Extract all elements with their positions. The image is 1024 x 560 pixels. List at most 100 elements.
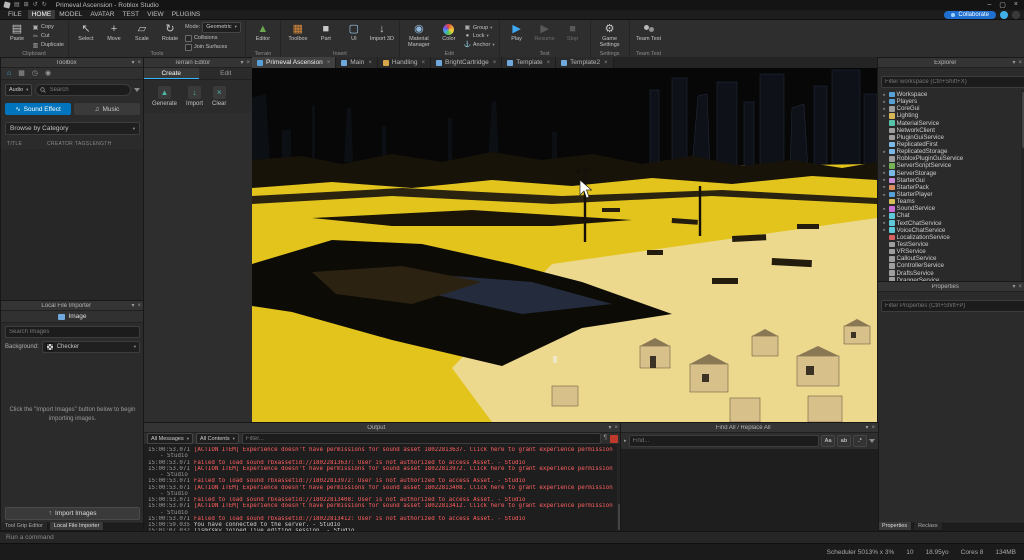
document-tab[interactable]: Primeval Ascension ×: [252, 57, 337, 68]
edit-button[interactable]: ⚓ Anchor ▾: [464, 41, 495, 49]
match-case-icon[interactable]: Aa: [821, 435, 835, 447]
expand-arrow-icon[interactable]: ▸: [882, 227, 887, 233]
terrain-action-button[interactable]: × Clear: [212, 86, 226, 107]
word-wrap-icon[interactable]: ¶: [604, 435, 608, 442]
material-manager-button[interactable]: ◉ Material Manager: [404, 22, 434, 50]
dock-tab[interactable]: Reclass: [913, 522, 943, 531]
explorer-tree-item[interactable]: ▸ StarterPlayer: [878, 191, 1024, 198]
explorer-tree-item[interactable]: ▸ StarterGui: [878, 177, 1024, 184]
expand-arrow-icon[interactable]: ▸: [882, 113, 887, 119]
expand-arrow-icon[interactable]: ▸: [882, 177, 887, 183]
expand-arrow-icon[interactable]: ▸: [882, 220, 887, 226]
undo-icon[interactable]: ↺: [33, 2, 38, 8]
terrain-action-button[interactable]: ▲ Generate: [152, 86, 177, 107]
dock-tab[interactable]: Local File Importer: [48, 522, 105, 531]
explorer-tree-item[interactable]: ▸ StarterPack: [878, 184, 1024, 191]
user-avatar[interactable]: [1000, 10, 1008, 19]
explorer-tree-item[interactable]: DraftsService: [878, 270, 1024, 277]
terrain-tab[interactable]: Edit: [198, 68, 253, 79]
explorer-tree-item[interactable]: ▸ TextChatService: [878, 220, 1024, 227]
expand-arrow-icon[interactable]: ▸: [882, 99, 887, 105]
maximize-button[interactable]: ▢: [999, 1, 1006, 9]
redo-icon[interactable]: ↻: [42, 2, 47, 8]
panel-menu-icon[interactable]: ▾: [240, 60, 243, 66]
sound-type-toggle[interactable]: ∿ Sound Effect: [5, 103, 71, 115]
minimize-button[interactable]: –: [987, 1, 991, 9]
expand-arrow-icon[interactable]: ▸: [882, 206, 887, 212]
expand-arrow-icon[interactable]: ▸: [882, 92, 887, 98]
explorer-tree-item[interactable]: RobloxPluginGuiService: [878, 155, 1024, 162]
sound-type-toggle[interactable]: ♫ Music: [74, 103, 140, 115]
document-tab[interactable]: Main ×: [336, 57, 378, 68]
content-filter-dropdown[interactable]: All Contents ▾: [195, 433, 239, 444]
clear-output-button[interactable]: [610, 434, 618, 443]
regex-icon[interactable]: .*: [853, 435, 867, 447]
insert-button[interactable]: ▢ UI: [341, 22, 367, 50]
clipboard-button[interactable]: ▣ Copy: [32, 24, 64, 31]
command-bar-input[interactable]: [4, 533, 1020, 542]
explorer-tree-item[interactable]: NetworkClient: [878, 127, 1024, 134]
output-log-line[interactable]: 15:00:53.071 [ACTION ITEM] Experience do…: [148, 447, 615, 453]
explorer-tree-item[interactable]: MaterialService: [878, 120, 1024, 127]
close-icon[interactable]: ×: [1018, 284, 1022, 290]
expand-arrow-icon[interactable]: ▸: [882, 170, 887, 176]
expand-arrow-icon[interactable]: ▸: [882, 192, 887, 198]
explorer-tree-item[interactable]: ▸ Chat: [878, 212, 1024, 219]
creations-tab-icon[interactable]: ◉: [45, 70, 51, 77]
image-tab[interactable]: Image: [1, 311, 144, 323]
menu-tab[interactable]: PLUGINS: [168, 10, 205, 19]
tool-option-checkbox[interactable]: Join Surfaces: [184, 43, 241, 51]
open-file-icon[interactable]: ▤: [14, 2, 20, 8]
message-filter-dropdown[interactable]: All Messages ▾: [147, 433, 193, 444]
close-icon[interactable]: ×: [871, 425, 875, 431]
explorer-tree-item[interactable]: ▸ SoundService: [878, 205, 1024, 212]
close-icon[interactable]: ×: [246, 60, 250, 66]
test-button[interactable]: ▶ Resume: [532, 22, 558, 50]
team-test-button[interactable]: Team Test: [634, 22, 664, 50]
explorer-tree-item[interactable]: Teams: [878, 198, 1024, 205]
tool-option-checkbox[interactable]: Collisions: [184, 34, 241, 42]
paste-button[interactable]: ▤ Paste: [4, 22, 30, 50]
explorer-tree-item[interactable]: ControllerService: [878, 262, 1024, 269]
menu-file[interactable]: FILE: [4, 10, 26, 19]
expand-arrow-icon[interactable]: ▸: [882, 213, 887, 219]
tool-button[interactable]: + Move: [101, 22, 127, 50]
close-button[interactable]: ×: [1014, 1, 1018, 9]
menu-tab[interactable]: VIEW: [143, 10, 168, 19]
filter-icon[interactable]: [134, 88, 140, 92]
explorer-tree-item[interactable]: ReplicatedFirst: [878, 141, 1024, 148]
explorer-tree-item[interactable]: ▸ Lighting: [878, 112, 1024, 119]
image-search-input[interactable]: [5, 326, 140, 338]
explorer-tree-item[interactable]: ▸ CoreGui: [878, 105, 1024, 112]
dock-tab[interactable]: Tool Grip Editor: [0, 522, 48, 531]
background-dropdown[interactable]: Checker ▾: [41, 341, 140, 353]
output-filter-input[interactable]: [241, 433, 601, 444]
output-log-line[interactable]: 15:00:53.071 [ACTION ITEM] Experience do…: [148, 485, 615, 491]
viewport-3d[interactable]: [252, 68, 877, 422]
tool-button[interactable]: ↖ Select: [73, 22, 99, 50]
panel-menu-icon[interactable]: ▾: [865, 425, 868, 431]
explorer-tree-item[interactable]: PluginGuiService: [878, 134, 1024, 141]
tool-button[interactable]: ▱ Scale: [129, 22, 155, 50]
panel-menu-icon[interactable]: ▾: [608, 425, 611, 431]
explorer-tree-item[interactable]: CalloutService: [878, 255, 1024, 262]
explorer-tree-item[interactable]: ▸ VoiceChatService: [878, 227, 1024, 234]
menu-tab[interactable]: AVATAR: [86, 10, 118, 19]
mode-dropdown[interactable]: Mode: Geometric ▾: [185, 21, 241, 33]
close-icon[interactable]: ×: [1018, 60, 1022, 66]
close-tab-icon[interactable]: ×: [547, 60, 551, 66]
terrain-editor-button[interactable]: ▲ Editor: [250, 22, 276, 50]
expand-arrow-icon[interactable]: ▸: [882, 149, 887, 155]
menu-tab[interactable]: MODEL: [55, 10, 86, 19]
import-images-button[interactable]: ↑ Import Images: [5, 507, 140, 520]
whole-word-icon[interactable]: ab: [837, 435, 851, 447]
inventory-tab-icon[interactable]: ▦: [18, 70, 25, 77]
find-input[interactable]: [628, 435, 819, 447]
marketplace-tab-icon[interactable]: ⌂: [7, 70, 11, 77]
menu-tab[interactable]: TEST: [118, 10, 143, 19]
document-tab[interactable]: Template ×: [502, 57, 557, 68]
color-button[interactable]: Color: [436, 22, 462, 50]
explorer-tree-item[interactable]: ▸ ServerStorage: [878, 170, 1024, 177]
explorer-tree-item[interactable]: ▸ Players: [878, 98, 1024, 105]
clipboard-button[interactable]: ▥ Duplicate: [32, 42, 64, 49]
